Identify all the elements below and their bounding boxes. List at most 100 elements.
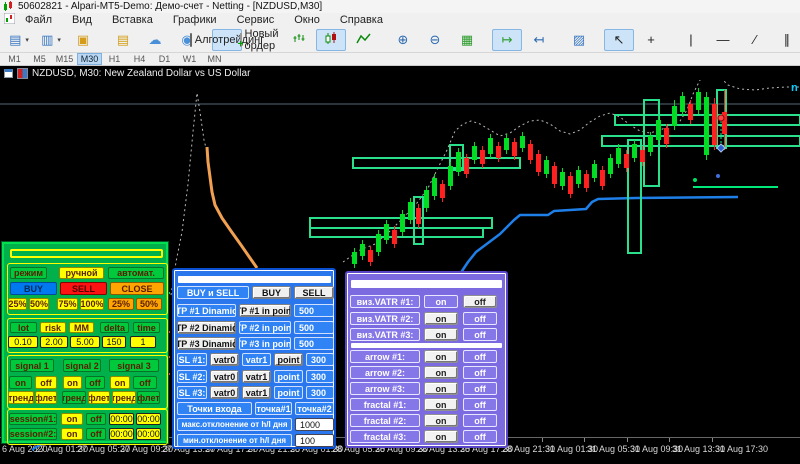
- tp3-row-500[interactable]: 500: [294, 337, 334, 350]
- percent-row-50%[interactable]: 50%: [29, 298, 49, 310]
- action-row-buy[interactable]: BUY: [10, 282, 57, 295]
- sl1-row-300[interactable]: 300: [306, 353, 334, 366]
- session1-row-off[interactable]: off: [86, 413, 106, 425]
- sl2-row-point[interactable]: point: [274, 370, 303, 383]
- signal-onoff-row-on[interactable]: on: [110, 376, 130, 389]
- viz-vatr3-row-on-button[interactable]: on: [424, 328, 458, 341]
- auto-scroll-button[interactable]: ↦: [492, 28, 522, 51]
- templates-button[interactable]: ▨: [564, 29, 594, 51]
- percent-row-100%[interactable]: 100%: [80, 298, 104, 310]
- session1-row-on[interactable]: on: [61, 413, 83, 425]
- percent-row-25%[interactable]: 25%: [8, 298, 27, 310]
- param-header-row-lot[interactable]: lot: [10, 322, 37, 333]
- sl2-row-300[interactable]: 300: [306, 370, 334, 383]
- param-value-row-5.00[interactable]: 5.00: [70, 336, 100, 348]
- session2-row-00:00[interactable]: 00:00: [109, 428, 134, 440]
- signal-onoff-row-on[interactable]: on: [63, 376, 82, 389]
- timeframe-m1[interactable]: M1: [2, 53, 27, 65]
- sl3-row-sl-#3-[interactable]: SL #3:: [177, 386, 207, 399]
- entry-points-row-точка#1[interactable]: точка#1: [255, 402, 292, 415]
- arrow2-row-on-button[interactable]: on: [424, 366, 458, 379]
- new-chart-dropdown-icon[interactable]: ▾: [25, 36, 29, 44]
- sl3-row-point[interactable]: point: [274, 386, 303, 399]
- new-chart-button[interactable]: ▤ ▾: [4, 29, 34, 51]
- session2-row-on[interactable]: on: [61, 428, 83, 440]
- sl1-row-vatr0[interactable]: vatr0: [210, 353, 239, 366]
- session2-row-off[interactable]: off: [86, 428, 106, 440]
- param-value-row-150[interactable]: 150: [102, 336, 126, 348]
- tp1-row-tp-#1-in-point[interactable]: TP #1 in point: [239, 304, 291, 317]
- signal-mode-row-тренд[interactable]: тренд: [112, 391, 136, 404]
- signal-header-row-signal3[interactable]: signal 3: [109, 359, 159, 372]
- param-header-row-delta[interactable]: delta: [100, 322, 129, 333]
- menu-справка[interactable]: Справка: [330, 13, 393, 27]
- percent-row-75%[interactable]: 75%: [57, 298, 78, 310]
- session1-row-00:00[interactable]: 00:00: [109, 413, 134, 425]
- entry-points-row-точка#2[interactable]: точка#2: [295, 402, 334, 415]
- viz-vatr3-row-off-button[interactable]: off: [463, 328, 497, 341]
- direction-row-sell[interactable]: SELL: [294, 286, 334, 299]
- chart-candles-button[interactable]: [316, 28, 346, 51]
- tp2-row-tp-#2-dinamic[interactable]: TP #2 Dinamic: [177, 321, 236, 334]
- tp2-row-tp-#2-in-point[interactable]: TP #2 in point: [239, 321, 291, 334]
- tp1-row-tp-#1-dinamic[interactable]: TP #1 Dinamic: [177, 304, 236, 317]
- param-header-row-mm[interactable]: MM: [69, 322, 94, 333]
- timeframe-m5[interactable]: M5: [27, 53, 52, 65]
- sl3-row-vatr1[interactable]: vatr1: [242, 386, 271, 399]
- action-row-sell[interactable]: SELL: [60, 282, 107, 295]
- min-deviation-row-100[interactable]: 100: [295, 434, 334, 447]
- timeframe-h1[interactable]: H1: [102, 53, 127, 65]
- menu-вид[interactable]: Вид: [62, 13, 102, 27]
- menu-графики[interactable]: Графики: [163, 13, 227, 27]
- signal-header-row-signal2[interactable]: signal 2: [63, 359, 101, 372]
- session1-row-session#1:[interactable]: session#1:: [9, 413, 57, 425]
- menu-окно[interactable]: Окно: [284, 13, 330, 27]
- chart-line-button[interactable]: [348, 29, 378, 51]
- param-value-row-1[interactable]: 1: [130, 336, 156, 348]
- mode-row-режим[interactable]: режим: [10, 267, 47, 279]
- tile-windows-button[interactable]: ▦: [452, 29, 482, 51]
- arrow3-row-on-button[interactable]: on: [424, 382, 458, 395]
- sl2-row-vatr1[interactable]: vatr1: [242, 370, 271, 383]
- tp2-row-500[interactable]: 500: [294, 321, 334, 334]
- session2-row-00:00[interactable]: 00:00: [136, 428, 161, 440]
- menu-вставка[interactable]: Вставка: [102, 13, 163, 27]
- timeframe-w1[interactable]: W1: [177, 53, 202, 65]
- session2-row-session#2:[interactable]: session#2:: [9, 428, 57, 440]
- param-value-row-0.10[interactable]: 0.10: [8, 336, 38, 348]
- timeframe-m15[interactable]: M15: [52, 53, 77, 65]
- zoom-out-button[interactable]: ⊖: [420, 29, 450, 51]
- profiles-dropdown-icon[interactable]: ▾: [57, 36, 61, 44]
- trendline-button[interactable]: ∕: [740, 29, 770, 51]
- signal-mode-row-тренд[interactable]: тренд: [62, 391, 86, 404]
- signal-mode-row-тренд[interactable]: тренд: [8, 391, 34, 404]
- param-header-row-risk[interactable]: risk: [40, 322, 66, 333]
- viz-vatr2-row-off-button[interactable]: off: [463, 312, 497, 325]
- signal-mode-row-флет[interactable]: флет: [88, 391, 110, 404]
- signal-onoff-row-off[interactable]: off: [133, 376, 157, 389]
- sl2-row-vatr0[interactable]: vatr0: [210, 370, 239, 383]
- horizontal-line-button[interactable]: —: [708, 29, 738, 51]
- fractal1-row-on-button[interactable]: on: [424, 398, 458, 411]
- fractal2-row-off-button[interactable]: off: [463, 414, 497, 427]
- signal-header-row-signal1[interactable]: signal 1: [10, 359, 54, 372]
- param-header-row-time[interactable]: time: [133, 322, 160, 333]
- chart-bars-button[interactable]: [284, 29, 314, 51]
- arrow3-row-off-button[interactable]: off: [463, 382, 497, 395]
- direction-row-buy-и-sell[interactable]: BUY и SELL: [177, 286, 249, 299]
- viz-vatr1-row-off-button[interactable]: off: [463, 295, 497, 308]
- min-deviation-row-мин-отклонение-от-h-l-дня[interactable]: мин.отклонение от h/l дня: [177, 434, 292, 447]
- fractal3-row-on-button[interactable]: on: [424, 430, 458, 443]
- signal-mode-row-флет[interactable]: флет: [35, 391, 57, 404]
- arrow1-row-on-button[interactable]: on: [424, 350, 458, 363]
- new-order-button[interactable]: Новый ордер: [238, 28, 279, 52]
- param-value-row-2.00[interactable]: 2.00: [40, 336, 68, 348]
- timeframe-d1[interactable]: D1: [152, 53, 177, 65]
- vertical-line-button[interactable]: |: [676, 29, 706, 51]
- entry-points-row-точки-входа[interactable]: Точки входа: [177, 402, 252, 415]
- sl3-row-300[interactable]: 300: [306, 386, 334, 399]
- books-button[interactable]: ▤: [108, 29, 138, 51]
- max-deviation-row-макс-отклонение-от-h-l-дня[interactable]: макс.отклонение от h/l дня: [177, 418, 292, 431]
- sl1-row-vatr1[interactable]: vatr1: [242, 353, 271, 366]
- tp1-row-500[interactable]: 500: [294, 304, 334, 317]
